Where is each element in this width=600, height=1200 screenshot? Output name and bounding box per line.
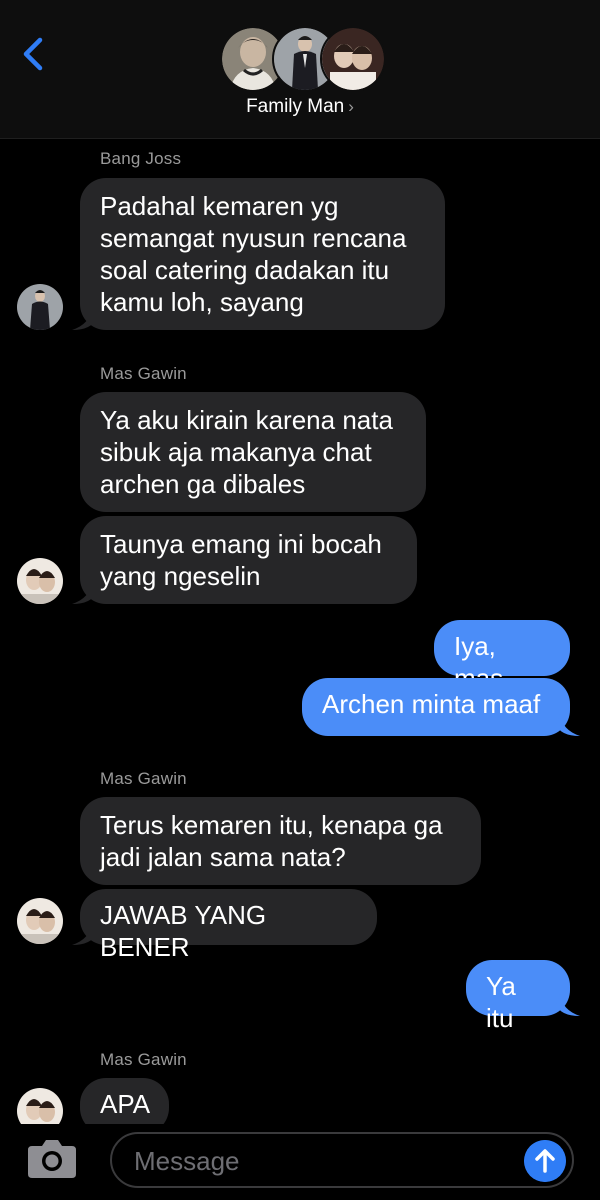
message-bubble-incoming[interactable]: Taunya emang ini bocah yang ngeselin [80,516,417,604]
sender-name: Mas Gawin [100,364,187,383]
message-bubble-outgoing[interactable]: Iya, mas [434,620,570,693]
bubble-tail [556,994,580,1016]
bubble-tail [72,582,96,604]
message-bubble-outgoing[interactable]: Archen minta maaf [302,678,570,736]
sender-name: Bang Joss [100,149,182,168]
avatar[interactable] [17,558,63,604]
group-avatar-stack[interactable] [220,26,386,92]
message-input[interactable] [132,1142,516,1180]
avatar[interactable] [17,284,63,330]
conversation-name: Family Man [246,96,345,117]
message-bubble-incoming[interactable]: JAWAB YANG BENER [80,889,377,962]
bubble-tail [556,714,580,736]
avatar [320,26,386,92]
avatar[interactable] [17,898,63,944]
bubble-tail [72,923,96,945]
bubble-tail [72,308,96,330]
message-bubble-incoming[interactable]: Terus kemaren itu, kenapa ga jadi jalan … [80,797,481,885]
chevron-left-icon[interactable] [18,36,48,72]
conversation-title[interactable]: Family Man › [0,96,600,118]
message-field[interactable] [110,1132,574,1188]
message-bubble-outgoing[interactable]: Ya itu [466,960,570,1033]
message-bubble-incoming[interactable]: Ya aku kirain karena nata sibuk aja maka… [80,392,426,512]
message-bubble-incoming[interactable]: Padahal kemaren yg semangat nyusun renca… [80,178,445,330]
sender-name: Mas Gawin [100,1050,187,1069]
sender-name: Mas Gawin [100,769,187,788]
arrow-up-icon[interactable] [524,1140,566,1182]
conversation-header: Family Man › [0,0,600,139]
camera-icon[interactable] [26,1136,78,1180]
chevron-right-icon: › [348,97,354,116]
